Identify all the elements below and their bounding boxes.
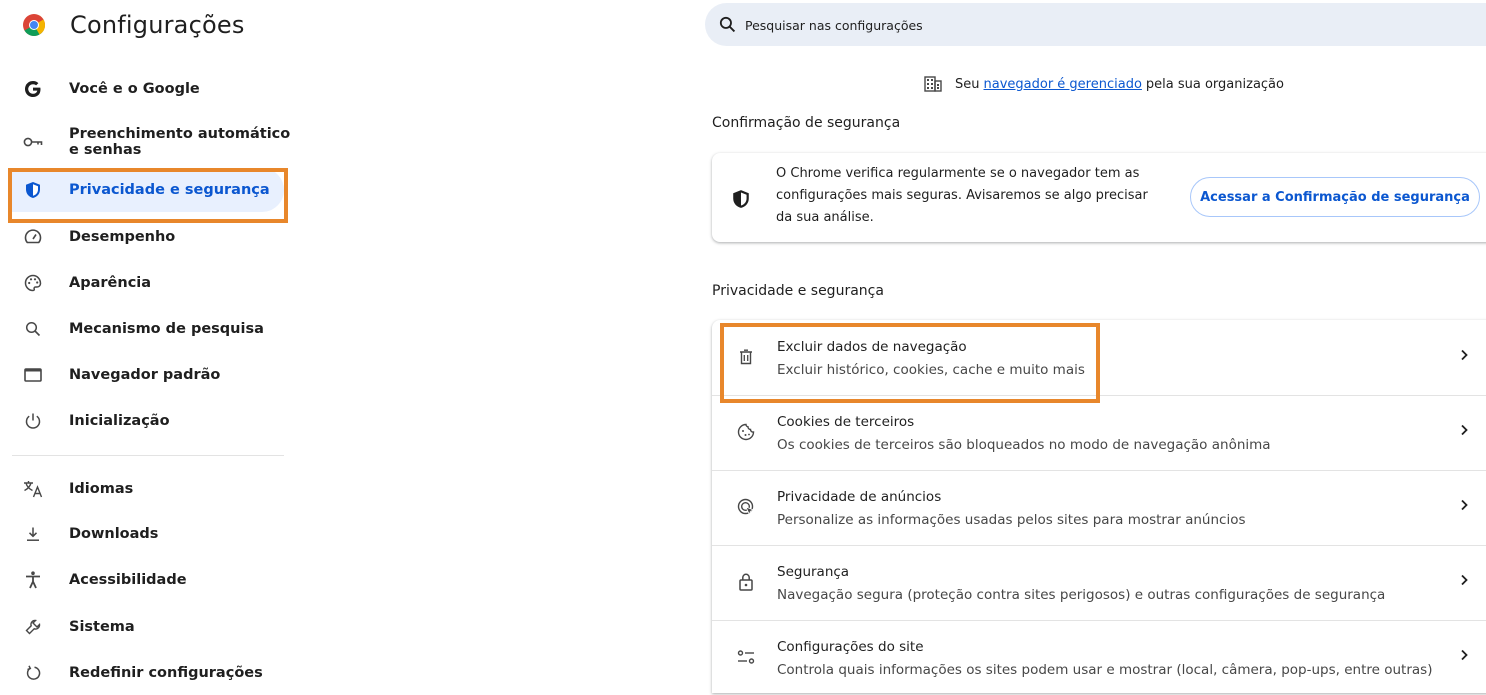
sidebar-item-search-engine[interactable]: Mecanismo de pesquisa — [12, 307, 284, 351]
safety-check-description: O Chrome verifica regularmente se o nave… — [776, 166, 1148, 225]
sidebar-item-default-browser[interactable]: Navegador padrão — [12, 353, 284, 397]
key-icon — [22, 131, 44, 153]
sidebar-item-autofill[interactable]: Preenchimento automático e senhas — [12, 118, 290, 166]
page-title: Configurações — [70, 11, 245, 39]
sidebar-item-accessibility[interactable]: Acessibilidade — [12, 558, 284, 602]
search-icon — [22, 318, 44, 340]
list-item-title: Cookies de terceiros — [777, 414, 915, 430]
sidebar-item-label: Inicialização — [69, 413, 170, 429]
shield-icon — [22, 179, 44, 201]
list-item-subtitle: Navegação segura (proteção contra sites … — [777, 587, 1386, 603]
list-item-subtitle: Excluir histórico, cookies, cache e muit… — [777, 362, 1085, 378]
shield-icon — [733, 190, 749, 208]
sidebar-item-label: Navegador padrão — [69, 367, 221, 383]
list-item-title: Privacidade de anúncios — [777, 489, 942, 505]
sidebar-item-appearance[interactable]: Aparência — [12, 261, 284, 305]
download-icon — [22, 523, 44, 545]
sidebar-item-label: Preenchimento automático e senhas — [69, 126, 291, 158]
translate-icon — [22, 478, 44, 500]
sidebar-item-label: Aparência — [69, 275, 152, 291]
sidebar-item-label: Idiomas — [69, 481, 134, 497]
sidebar-item-performance[interactable]: Desempenho — [12, 215, 284, 259]
managed-prefix: Seu — [955, 76, 980, 92]
sidebar-item-label: Sistema — [69, 619, 135, 635]
managed-notice: Seu navegador é gerenciado pela sua orga… — [924, 74, 1284, 94]
managed-suffix: pela sua organização — [1145, 76, 1284, 92]
trash-icon — [736, 347, 756, 367]
list-item-site-settings[interactable]: Configurações do site Controla quais inf… — [712, 620, 1486, 695]
power-icon — [22, 410, 44, 432]
list-item-subtitle: Controla quais informações os sites pode… — [777, 662, 1433, 678]
browser-window-icon — [22, 364, 44, 386]
wrench-icon — [22, 616, 44, 638]
safety-check-button[interactable]: Acessar a Confirmação de segurança — [1190, 177, 1480, 217]
accessibility-icon — [22, 569, 44, 591]
chevron-right-icon — [1461, 499, 1468, 511]
lock-icon — [736, 572, 756, 592]
sidebar-divider — [12, 455, 284, 456]
search-bar — [705, 3, 1486, 46]
palette-icon — [22, 272, 44, 294]
sidebar-item-label: Mecanismo de pesquisa — [69, 321, 264, 337]
list-item-clear-browsing-data[interactable]: Excluir dados de navegação Excluir histó… — [712, 320, 1486, 395]
sidebar-item-label: Acessibilidade — [69, 572, 187, 588]
chevron-right-icon — [1461, 649, 1468, 661]
search-icon — [719, 16, 736, 33]
row-divider — [712, 620, 1486, 621]
row-divider — [712, 470, 1486, 471]
chevron-right-icon — [1461, 349, 1468, 361]
safety-check-heading: Confirmação de segurança — [712, 115, 901, 131]
sidebar-item-languages[interactable]: Idiomas — [12, 467, 284, 511]
safety-check-card: O Chrome verifica regularmente se o nave… — [712, 153, 1486, 242]
search-input[interactable] — [743, 13, 1447, 37]
chrome-logo-icon — [23, 14, 45, 36]
chevron-right-icon — [1461, 574, 1468, 586]
list-item-security[interactable]: Segurança Navegação segura (proteção con… — [712, 545, 1486, 620]
sidebar-item-you-and-google[interactable]: Você e o Google — [12, 67, 284, 111]
list-item-subtitle: Os cookies de terceiros são bloqueados n… — [777, 437, 1271, 453]
sidebar-item-label: Desempenho — [69, 229, 176, 245]
sidebar-item-label: Privacidade e segurança — [69, 182, 270, 198]
row-divider — [712, 395, 1486, 396]
building-icon — [924, 76, 942, 92]
list-item-subtitle: Personalize as informações usadas pelos … — [777, 512, 1246, 528]
speedometer-icon — [22, 226, 44, 248]
sidebar-item-label: Redefinir configurações — [69, 665, 263, 681]
list-item-title: Segurança — [777, 564, 850, 580]
list-item-ad-privacy[interactable]: Privacidade de anúncios Personalize as i… — [712, 470, 1486, 545]
row-divider — [712, 545, 1486, 546]
tune-icon — [736, 647, 756, 667]
list-item-title: Excluir dados de navegação — [777, 339, 967, 355]
reset-icon — [22, 662, 44, 684]
sidebar-item-system[interactable]: Sistema — [12, 605, 284, 649]
chevron-right-icon — [1461, 424, 1468, 436]
ad-privacy-icon — [736, 497, 756, 517]
cookie-icon — [736, 422, 756, 442]
sidebar-item-privacy-security[interactable]: Privacidade e segurança — [12, 168, 284, 212]
sidebar-item-label: Downloads — [69, 526, 159, 542]
managed-browser-link[interactable]: navegador é gerenciado — [984, 77, 1142, 92]
sidebar-item-label: Você e o Google — [69, 81, 200, 97]
list-item-title: Configurações do site — [777, 639, 924, 655]
google-g-icon — [22, 78, 44, 100]
privacy-heading: Privacidade e segurança — [712, 283, 884, 299]
list-item-third-party-cookies[interactable]: Cookies de terceiros Os cookies de terce… — [712, 395, 1486, 470]
privacy-settings-list: Excluir dados de navegação Excluir histó… — [712, 320, 1486, 693]
sidebar-item-startup[interactable]: Inicialização — [12, 399, 284, 443]
sidebar-item-downloads[interactable]: Downloads — [12, 512, 284, 556]
sidebar-item-reset[interactable]: Redefinir configurações — [12, 651, 284, 695]
